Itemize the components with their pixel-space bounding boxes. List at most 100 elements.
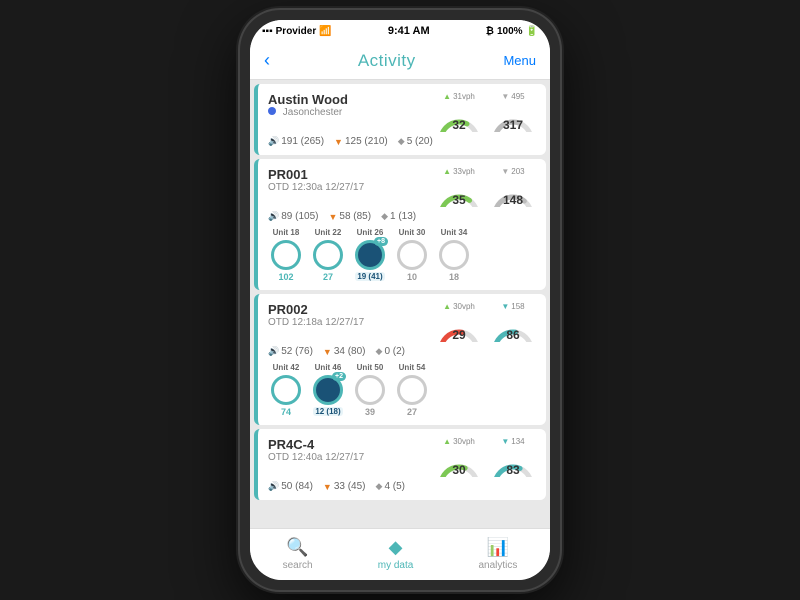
unit-26-label: Unit 26 <box>357 228 384 237</box>
nav-bar: ‹ Activity Menu <box>250 42 550 80</box>
unit-18-count: 102 <box>278 272 293 282</box>
volume-icon: 🔊 <box>268 136 279 147</box>
card-title-pr4c4: PR4C-4 <box>268 437 436 452</box>
unit-26[interactable]: Unit 26 +8 19 (41) <box>352 228 388 282</box>
stat-vol-pr001: 89 (105) <box>281 211 318 222</box>
stat-volume-text: 191 (265) <box>281 136 324 147</box>
phone-screen: ▪▪▪ Provider 📶 9:41 AM ₿ 100% 🔋 ‹ Activi… <box>250 20 550 580</box>
gauge-count: ▼ 495 317 <box>490 92 536 132</box>
unit-34-circle <box>439 240 469 270</box>
battery-icon: 🔋 <box>526 26 538 37</box>
unit-46-badge: +2 <box>332 372 346 381</box>
gauge-label-pr4c4-speed: ▲ 30vph <box>443 437 475 446</box>
gauge-value-pr002-count: 86 <box>506 328 519 342</box>
gauge-count-pr002: ▼ 158 86 <box>490 302 536 342</box>
stat-down-text: 125 (210) <box>345 136 388 147</box>
dia-icon-pr002: ◆ <box>376 346 383 357</box>
gauge-speed-label: ▲ 31vph <box>443 92 475 101</box>
unit-22[interactable]: Unit 22 27 <box>310 228 346 282</box>
unit-50-label: Unit 50 <box>357 363 384 372</box>
down-icon: ▼ <box>334 137 343 147</box>
gauge-label-pr001-count: ▼ 203 <box>501 167 524 176</box>
stat-dia-val-pr002: 0 (2) <box>384 346 405 357</box>
vol-icon-pr001: 🔊 <box>268 211 279 222</box>
gauge-value-pr001-speed: 35 <box>452 193 465 207</box>
unit-54[interactable]: Unit 54 27 <box>394 363 430 417</box>
gauge-value-pr4c4-count: 83 <box>506 463 519 477</box>
unit-26-badge: +8 <box>374 237 388 246</box>
stat-vol-val-pr4c4: 50 (84) <box>281 481 313 492</box>
gauges-row: ▲ 31vph 32 <box>436 92 536 132</box>
stat-vol-pr002: 🔊 52 (76) <box>268 346 313 357</box>
unit-30[interactable]: Unit 30 10 <box>394 228 430 282</box>
unit-42-count: 74 <box>281 407 291 417</box>
stat-dia-pr4c4: ◆ 4 (5) <box>376 481 405 492</box>
dn-icon-pr001: ▼ <box>328 212 337 222</box>
card-header-pr4c4: PR4C-4 OTD 12:40a 12/27/17 ▲ 30vph <box>268 437 536 477</box>
gauge-count-pr4c4: ▼ 134 83 <box>490 437 536 477</box>
card-pr002: PR002 OTD 12:18a 12/27/17 ▲ 30vph <box>254 294 546 425</box>
card-subtitle-pr001: OTD 12:30a 12/27/17 <box>268 182 436 193</box>
unit-30-label: Unit 30 <box>399 228 426 237</box>
back-button[interactable]: ‹ <box>264 50 270 71</box>
unit-30-circle <box>397 240 427 270</box>
stat-down-pr001: ▼ 58 (85) <box>328 211 371 222</box>
card-subtitle-pr4c4: OTD 12:40a 12/27/17 <box>268 452 436 463</box>
unit-34[interactable]: Unit 34 18 <box>436 228 472 282</box>
gauge-label-pr4c4-count: ▼ 134 <box>501 437 524 446</box>
unit-54-label: Unit 54 <box>399 363 426 372</box>
card-title-pr001: PR001 <box>268 167 436 182</box>
gauge-label-pr001-speed: ▲ 33vph <box>443 167 475 176</box>
dn-icon-pr4c4: ▼ <box>323 482 332 492</box>
unit-46[interactable]: Unit 46 +2 12 (18) <box>310 363 346 417</box>
menu-button[interactable]: Menu <box>503 53 536 68</box>
units-row-pr001: Unit 18 102 Unit 22 27 Unit 26 +8 <box>268 228 536 282</box>
card-header-pr001: PR001 OTD 12:30a 12/27/17 ▲ 33vph <box>268 167 536 207</box>
unit-42[interactable]: Unit 42 74 <box>268 363 304 417</box>
gauge-speed-pr002: ▲ 30vph 29 <box>436 302 482 342</box>
signal-icon: ▪▪▪ <box>262 26 273 37</box>
unit-18-circle <box>271 240 301 270</box>
bottom-nav-analytics[interactable]: 📊 analytics <box>478 537 517 571</box>
gauge-speed-label-pr002: 30vph <box>453 302 475 311</box>
stat-volume: 🔊 191 (265) <box>268 136 324 147</box>
stat-volume-pr001: 🔊 89 (105) <box>268 211 318 222</box>
card-pr4c4: PR4C-4 OTD 12:40a 12/27/17 ▲ 30vph <box>254 429 546 500</box>
stat-vol-pr4c4: 🔊 50 (84) <box>268 481 313 492</box>
gauges-row-pr001: ▲ 33vph 35 <box>436 167 536 207</box>
stats-row: 🔊 191 (265) ▼ 125 (210) ◆ 5 (20) <box>268 136 536 147</box>
stat-diamond-text: 5 (20) <box>407 136 433 147</box>
status-left: ▪▪▪ Provider 📶 <box>262 26 332 37</box>
vol-icon-pr4c4: 🔊 <box>268 481 279 492</box>
bottom-nav-search[interactable]: 🔍 search <box>283 537 313 571</box>
search-icon: 🔍 <box>286 537 308 558</box>
dia-icon-pr001: ◆ <box>381 211 388 222</box>
status-bar: ▪▪▪ Provider 📶 9:41 AM ₿ 100% 🔋 <box>250 20 550 42</box>
unit-42-label: Unit 42 <box>273 363 300 372</box>
gauge-speed-value: 32 <box>452 118 465 132</box>
gauge-count-label-pr4c4: 134 <box>511 437 524 446</box>
unit-18[interactable]: Unit 18 102 <box>268 228 304 282</box>
unit-54-circle <box>397 375 427 405</box>
location-dot <box>268 107 276 115</box>
gauge-value-pr001-count: 148 <box>503 193 523 207</box>
card-header-pr002: PR002 OTD 12:18a 12/27/17 ▲ 30vph <box>268 302 536 342</box>
unit-22-circle <box>313 240 343 270</box>
gauge-count-label-pr001: 203 <box>511 167 524 176</box>
unit-46-circle: +2 <box>313 375 343 405</box>
unit-34-label: Unit 34 <box>441 228 468 237</box>
diamond-icon: ◆ <box>398 136 405 147</box>
bottom-nav-mydata[interactable]: ◆ my data <box>378 537 414 571</box>
card-austin-wood: Austin Wood Jasonchester ▲ 31vph <box>254 84 546 155</box>
unit-26-count: 19 (41) <box>355 272 384 281</box>
stats-row-pr4c4: 🔊 50 (84) ▼ 33 (45) ◆ 4 (5) <box>268 481 536 492</box>
gauge-count-label-pr002: 158 <box>511 302 524 311</box>
unit-54-count: 27 <box>407 407 417 417</box>
unit-50-circle <box>355 375 385 405</box>
unit-22-label: Unit 22 <box>315 228 342 237</box>
gauge-label-pr002-speed: ▲ 30vph <box>443 302 475 311</box>
card-subtitle-text: Jasonchester <box>283 107 342 118</box>
unit-50[interactable]: Unit 50 39 <box>352 363 388 417</box>
gauges-row-pr002: ▲ 30vph 29 <box>436 302 536 342</box>
page-title: Activity <box>358 51 416 71</box>
